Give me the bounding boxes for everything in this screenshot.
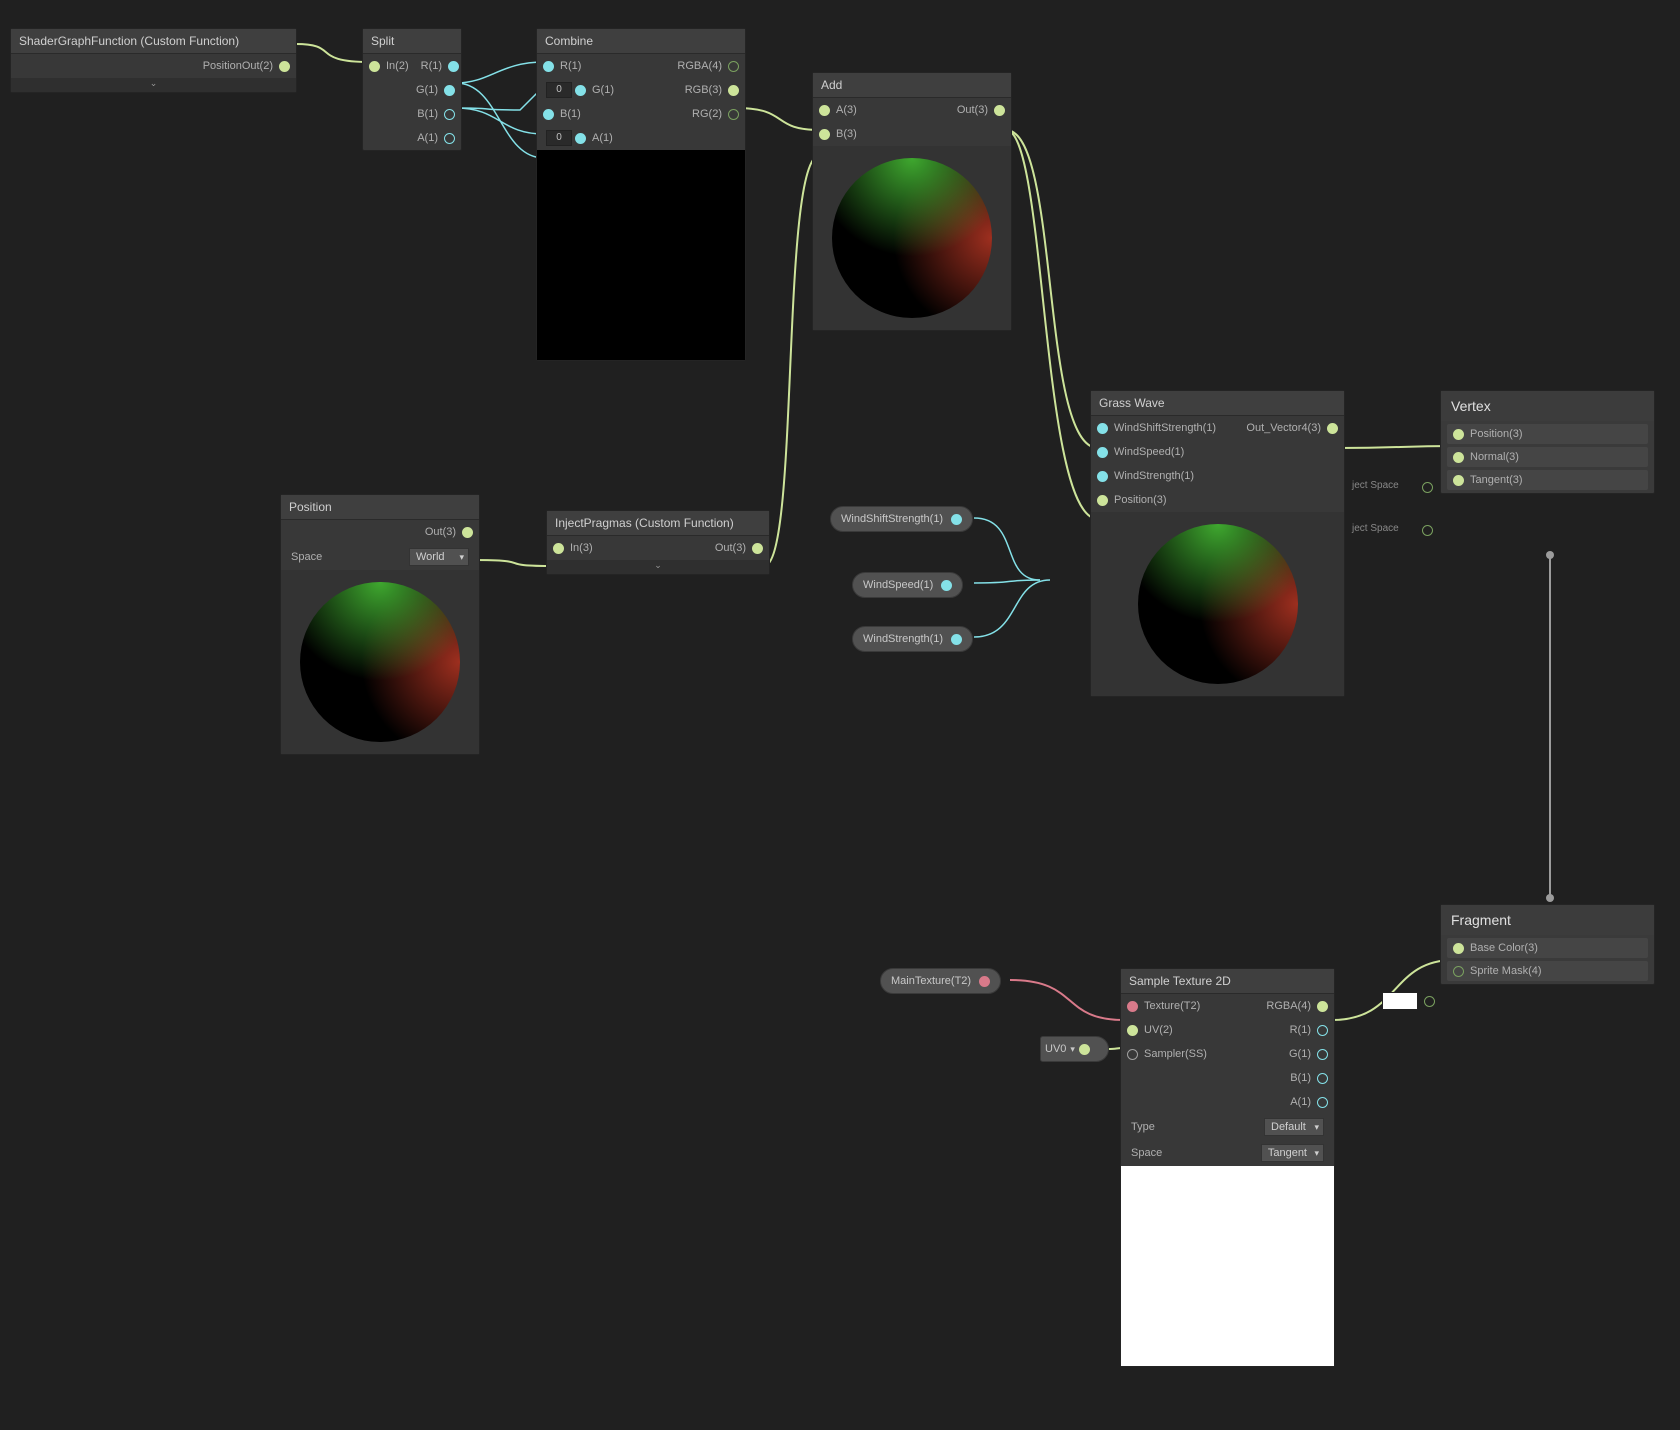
node-grasswave[interactable]: Grass Wave WindShiftStrength(1) Out_Vect… — [1090, 390, 1345, 697]
property-windspeed[interactable]: WindSpeed(1) — [852, 572, 963, 598]
node-injectpragmas[interactable]: InjectPragmas (Custom Function) In(3) Ou… — [546, 510, 770, 575]
dropdown-space[interactable]: World — [409, 548, 469, 566]
slot-basecolor[interactable]: Base Color(3) — [1447, 938, 1648, 958]
master-fragment[interactable]: Fragment Base Color(3) Sprite Mask(4) — [1440, 904, 1655, 985]
collapse-toggle[interactable]: ⌄ — [547, 560, 769, 574]
dropdown-uv[interactable]: UV0▾ — [1040, 1036, 1109, 1062]
slot-tangent[interactable]: Tangent(3) — [1447, 470, 1648, 490]
input-a[interactable]: 0 — [546, 130, 572, 146]
node-split[interactable]: Split In(2) R(1) G(1) B(1) A(1) — [362, 28, 462, 151]
node-position[interactable]: Position Out(3) Space World — [280, 494, 480, 755]
preview-sphere — [281, 570, 479, 754]
dropdown-space[interactable]: Tangent — [1261, 1144, 1324, 1162]
node-sampletexture2d[interactable]: Sample Texture 2D Texture(T2) RGBA(4) UV… — [1120, 968, 1335, 1367]
node-title: ShaderGraphFunction (Custom Function) — [11, 29, 296, 54]
color-swatch[interactable] — [1382, 992, 1418, 1010]
preview-black — [537, 150, 745, 360]
property-windstrength[interactable]: WindStrength(1) — [852, 626, 973, 652]
preview-sphere — [1091, 512, 1344, 696]
collapse-toggle[interactable]: ⌄ — [11, 78, 296, 92]
property-windshiftstrength[interactable]: WindShiftStrength(1) — [830, 506, 973, 532]
preview-white — [1121, 1166, 1334, 1366]
slot-position[interactable]: Position(3) — [1447, 424, 1648, 444]
property-maintexture[interactable]: MainTexture(T2) — [880, 968, 1001, 994]
node-add[interactable]: Add A(3) Out(3) B(3) — [812, 72, 1012, 331]
node-shadergraphfunction[interactable]: ShaderGraphFunction (Custom Function) Po… — [10, 28, 297, 93]
preview-sphere — [813, 146, 1011, 330]
port-in[interactable] — [369, 61, 380, 72]
master-vertex[interactable]: Vertex Position(3) Normal(3) Tangent(3) — [1440, 390, 1655, 494]
node-combine[interactable]: Combine R(1) RGBA(4) 0 G(1) RGB(3) B(1) … — [536, 28, 746, 361]
slot-spritemask[interactable]: Sprite Mask(4) — [1447, 961, 1648, 981]
dropdown-type[interactable]: Default — [1264, 1118, 1324, 1136]
input-g[interactable]: 0 — [546, 82, 572, 98]
port-out[interactable] — [279, 61, 290, 72]
slot-normal[interactable]: Normal(3) — [1447, 447, 1648, 467]
